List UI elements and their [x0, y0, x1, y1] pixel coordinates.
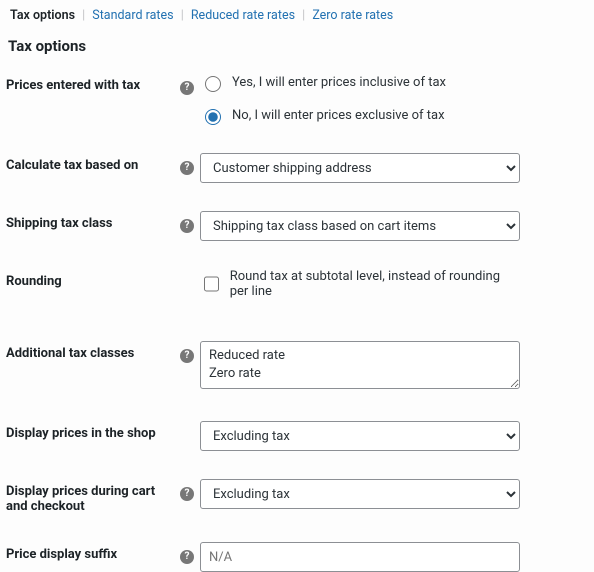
- select-display-prices-cart[interactable]: Excluding tax: [200, 479, 520, 509]
- help-icon[interactable]: ?: [180, 550, 194, 564]
- row-calculate-tax-based-on: Calculate tax based on ? Customer shippi…: [0, 153, 594, 183]
- row-shipping-tax-class: Shipping tax class ? Shipping tax class …: [0, 211, 594, 241]
- help-icon[interactable]: ?: [180, 81, 194, 95]
- radio-inclusive-input[interactable]: [205, 76, 221, 92]
- checkbox-rounding-input[interactable]: [204, 276, 219, 292]
- label-display-cart: Display prices during cart and checkout: [6, 479, 180, 514]
- row-additional-tax-classes: Additional tax classes ?: [0, 341, 594, 393]
- tab-reduced-rate-rates[interactable]: Reduced rate rates: [187, 8, 299, 23]
- radio-inclusive-tax[interactable]: Yes, I will enter prices inclusive of ta…: [200, 73, 520, 92]
- page-title: Tax options: [8, 37, 594, 55]
- select-display-prices-shop[interactable]: Excluding tax: [200, 421, 520, 451]
- help-icon[interactable]: ?: [180, 219, 194, 233]
- select-shipping-tax-class[interactable]: Shipping tax class based on cart items: [200, 211, 520, 241]
- help-icon[interactable]: ?: [180, 349, 194, 363]
- radio-exclusive-label: No, I will enter prices exclusive of tax: [232, 108, 445, 123]
- row-price-display-suffix: Price display suffix ?: [0, 542, 594, 572]
- sub-tabs: Tax options | Standard rates | Reduced r…: [0, 0, 594, 27]
- tab-standard-rates[interactable]: Standard rates: [88, 8, 177, 23]
- row-display-prices-shop: Display prices in the shop Excluding tax: [0, 421, 594, 451]
- tab-separator: |: [302, 8, 305, 23]
- radio-exclusive-input[interactable]: [205, 109, 221, 125]
- radio-inclusive-label: Yes, I will enter prices inclusive of ta…: [232, 75, 446, 90]
- input-price-display-suffix[interactable]: [200, 542, 520, 572]
- tab-zero-rate-rates[interactable]: Zero rate rates: [308, 8, 397, 23]
- select-calculate-tax-based-on[interactable]: Customer shipping address: [200, 153, 520, 183]
- help-icon[interactable]: ?: [180, 161, 194, 175]
- tab-tax-options[interactable]: Tax options: [6, 8, 79, 23]
- row-prices-entered-with-tax: Prices entered with tax ? Yes, I will en…: [0, 73, 594, 125]
- label-display-shop: Display prices in the shop: [6, 421, 180, 441]
- label-rounding: Rounding: [6, 269, 180, 289]
- help-icon[interactable]: ?: [180, 487, 194, 501]
- checkbox-rounding[interactable]: Round tax at subtotal level, instead of …: [200, 269, 520, 299]
- label-calc-based: Calculate tax based on: [6, 153, 180, 173]
- label-ship-class: Shipping tax class: [6, 211, 180, 231]
- checkbox-rounding-label: Round tax at subtotal level, instead of …: [230, 269, 520, 299]
- radio-exclusive-tax[interactable]: No, I will enter prices exclusive of tax: [200, 106, 520, 125]
- tab-separator: |: [181, 8, 184, 23]
- tab-separator: |: [82, 8, 85, 23]
- label-additional: Additional tax classes: [6, 341, 180, 361]
- row-rounding: Rounding Round tax at subtotal level, in…: [0, 269, 594, 313]
- label-suffix: Price display suffix: [6, 542, 180, 562]
- label-prices-entered: Prices entered with tax: [6, 73, 180, 93]
- row-display-prices-cart: Display prices during cart and checkout …: [0, 479, 594, 514]
- textarea-additional-tax-classes[interactable]: [200, 341, 520, 389]
